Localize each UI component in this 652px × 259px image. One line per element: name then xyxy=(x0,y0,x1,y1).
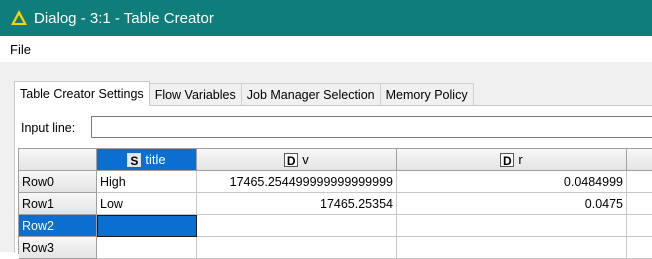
table-cell[interactable]: 17465.25354 xyxy=(197,193,397,215)
table-cell[interactable]: 17465.254499999999999999 xyxy=(197,171,397,193)
string-type-icon: S xyxy=(127,152,142,168)
row-header[interactable]: Row0 xyxy=(19,171,97,193)
menu-file[interactable]: File xyxy=(10,42,31,57)
corner-header xyxy=(19,149,97,171)
dialog-panel: Table Creator Settings Flow Variables Jo… xyxy=(0,62,652,259)
row-header[interactable]: Row3 xyxy=(19,237,97,259)
row-header[interactable]: Row1 xyxy=(19,193,97,215)
table-cell[interactable] xyxy=(197,237,397,259)
column-header-r[interactable]: D r xyxy=(397,149,627,171)
menu-bar: File xyxy=(0,36,652,62)
column-name: v xyxy=(302,152,309,167)
table-cell[interactable] xyxy=(627,171,652,193)
tab-job-manager-selection[interactable]: Job Manager Selection xyxy=(240,83,381,105)
column-name: title xyxy=(145,152,166,167)
table-cell[interactable] xyxy=(97,237,197,259)
column-header-empty[interactable] xyxy=(627,149,652,171)
double-type-icon: D xyxy=(284,152,299,168)
input-line-label: Input line: xyxy=(21,121,76,135)
tab-table-creator-settings[interactable]: Table Creator Settings xyxy=(14,81,150,106)
tab-memory-policy[interactable]: Memory Policy xyxy=(379,83,474,105)
table-grid: S title D v D r Row0 High 17465.25449999… xyxy=(18,148,652,259)
table-cell-selected[interactable] xyxy=(97,215,197,237)
table-cell[interactable]: High xyxy=(97,171,197,193)
window-title: Dialog - 3:1 - Table Creator xyxy=(34,9,214,27)
column-header-v[interactable]: D v xyxy=(197,149,397,171)
table-cell[interactable] xyxy=(627,215,652,237)
tab-bar: Table Creator Settings Flow Variables Jo… xyxy=(14,80,474,106)
table-cell[interactable]: 0.0475 xyxy=(397,193,627,215)
tab-flow-variables[interactable]: Flow Variables xyxy=(148,83,242,105)
table-cell[interactable]: Low xyxy=(97,193,197,215)
table-cell[interactable] xyxy=(197,215,397,237)
table-cell[interactable] xyxy=(627,193,652,215)
table-cell[interactable] xyxy=(627,237,652,259)
title-bar: Dialog - 3:1 - Table Creator xyxy=(0,0,652,36)
table-cell[interactable]: 0.0484999 xyxy=(397,171,627,193)
table-cell[interactable] xyxy=(397,237,627,259)
table-cell[interactable] xyxy=(397,215,627,237)
row-header[interactable]: Row2 xyxy=(19,215,97,237)
column-name: r xyxy=(518,152,523,167)
column-header-title[interactable]: S title xyxy=(97,149,197,171)
input-line-field[interactable] xyxy=(91,116,652,138)
double-type-icon: D xyxy=(500,152,515,168)
knime-logo-icon xyxy=(11,10,27,25)
tab-content: Input line: S title D v D r Row0 High 17… xyxy=(14,105,652,259)
